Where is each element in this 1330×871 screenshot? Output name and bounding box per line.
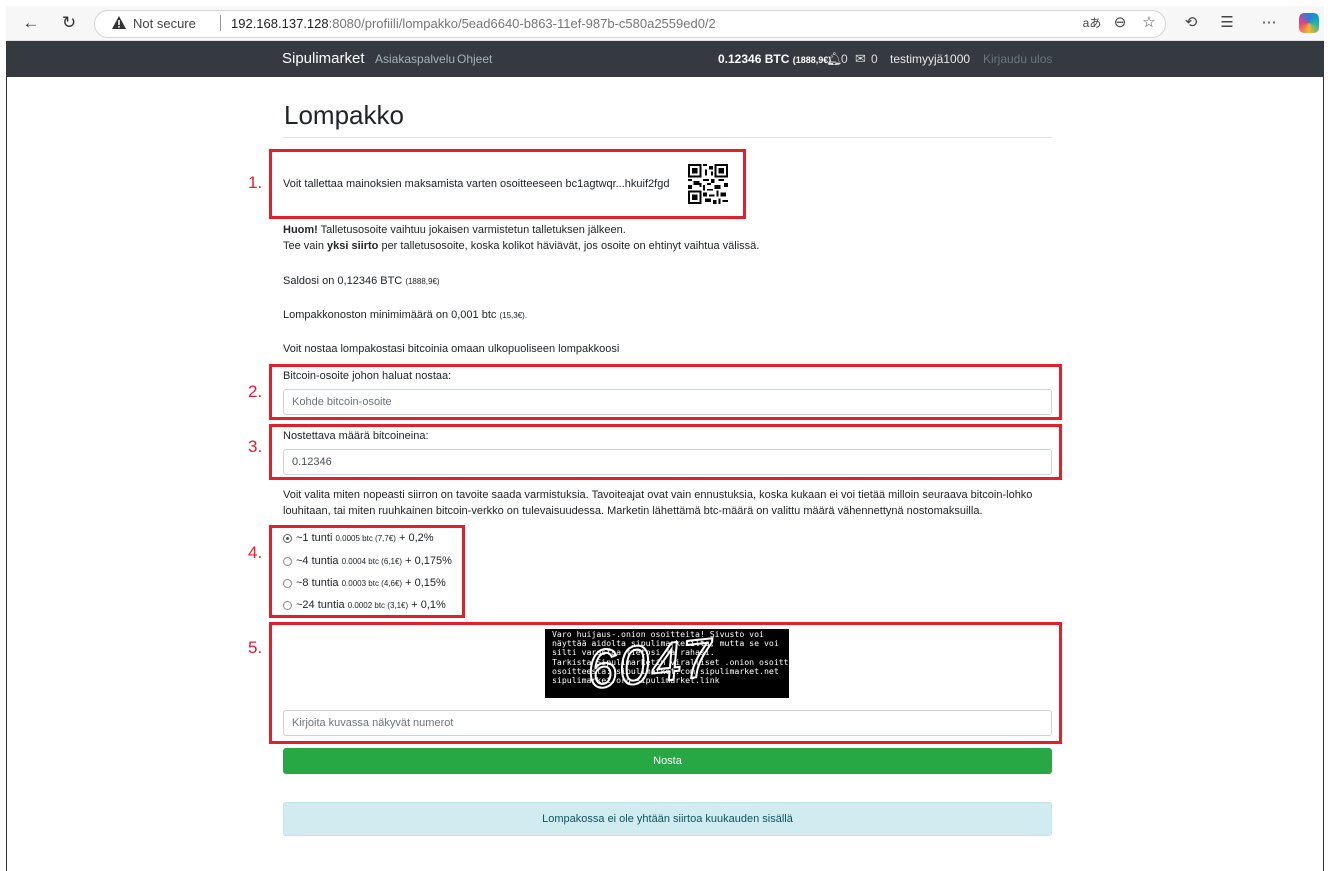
page-left-border — [6, 77, 7, 871]
captcha-code: 6047 — [583, 629, 719, 698]
qr-code-icon — [688, 164, 728, 204]
speed-option-label: ~1 tunti — [296, 532, 333, 544]
page-right-border — [1323, 77, 1324, 871]
url-text: 192.168.137.128:8080/profiili/lompakko/5… — [231, 16, 716, 31]
speed-option-pct: + 0,15% — [405, 577, 446, 589]
bitcoin-address-input[interactable] — [283, 389, 1052, 415]
address-bar[interactable]: Not secure 192.168.137.128:8080/profiili… — [94, 10, 1166, 38]
not-secure-label: Not secure — [133, 16, 196, 31]
nav-help[interactable]: Ohjeet — [457, 52, 492, 66]
speed-option-label: ~4 tuntia — [296, 555, 339, 567]
notice-bold-huom: Huom! — [283, 224, 318, 236]
address-label: Bitcoin-osoite johon haluat nostaa: — [283, 370, 452, 382]
notice-line-2-a: Tee vain — [283, 240, 328, 252]
more-menu-icon[interactable]: ⋯ — [1259, 13, 1279, 33]
speed-info-line-1: Voit valita miten nopeasti siirron on ta… — [283, 489, 1033, 501]
notice-bold-one-transfer: yksi siirto — [327, 240, 379, 252]
speed-option-pct: + 0,1% — [411, 599, 446, 611]
notifications-count: 0 — [841, 52, 848, 66]
speed-radio-24h[interactable] — [283, 601, 292, 610]
speed-option-fee: 0.0004 btc (6,1€) — [341, 557, 403, 566]
annotation-number-1: 1. — [248, 173, 263, 192]
annotation-number-3: 3. — [248, 437, 263, 456]
annotation-number-4: 4. — [248, 543, 263, 562]
site-navbar: Sipulimarket Asiakaspalvelu Ohjeet 0.123… — [6, 41, 1324, 77]
minimum-text: Lompakkonoston minimimäärä on 0,001 btc … — [283, 309, 527, 321]
balance-value: Saldosi on 0,12346 BTC — [283, 275, 403, 287]
envelope-icon[interactable]: ✉ — [855, 51, 866, 67]
notice-line-1: Huom! Talletusosoite vaihtuu jokaisen va… — [283, 224, 626, 236]
speed-option-pct: + 0,2% — [399, 532, 434, 544]
amount-label: Nostettava määrä bitcoineina: — [283, 430, 429, 442]
divider — [220, 15, 221, 31]
speed-option-8h[interactable]: ~8 tuntia 0.0003 btc (4,6€) + 0,15% — [296, 577, 446, 589]
speed-option-pct: + 0,175% — [405, 555, 452, 567]
amount-input[interactable] — [283, 449, 1052, 475]
speed-option-fee: 0.0005 btc (7,7€) — [335, 534, 396, 543]
speed-option-24h[interactable]: ~24 tuntia 0.0002 btc (3,1€) + 0,1% — [296, 599, 446, 611]
speed-option-1h[interactable]: ~1 tunti 0.0005 btc (7,7€) + 0,2% — [296, 532, 434, 544]
page-title: Lompakko — [284, 100, 404, 130]
balance-eur-small: (1888,9€) — [405, 277, 440, 286]
extensions-icon[interactable]: ⟲ — [1181, 13, 1201, 33]
favorites-list-icon[interactable]: ☰ — [1217, 13, 1237, 33]
logout-link[interactable]: Kirjaudu ulos — [983, 52, 1052, 66]
title-divider — [283, 137, 1052, 138]
speed-radio-8h[interactable] — [283, 579, 292, 588]
captcha-image: Varo huijaus-.onion osoitteita! Sivusto … — [545, 629, 789, 698]
url-path: :8080/profiili/lompakko/5ead6640-b863-11… — [328, 16, 716, 31]
warning-icon — [112, 16, 126, 29]
back-arrow-icon[interactable]: ← — [20, 13, 42, 33]
notice-line-2-b: per talletusosoite, koska kolikot häviäv… — [378, 240, 760, 252]
no-transactions-alert: Lompakossa ei ole yhtään siirtoa kuukaud… — [283, 802, 1052, 836]
read-aloud-icon[interactable]: aあ — [1082, 13, 1102, 33]
speed-option-fee: 0.0002 btc (3,1€) — [347, 601, 409, 610]
url-host: 192.168.137.128 — [231, 16, 329, 31]
nav-customer-service[interactable]: Asiakaspalvelu — [375, 52, 455, 66]
withdraw-intro: Voit nostaa lompakostasi bitcoinia omaan… — [283, 343, 620, 355]
speed-option-label: ~24 tuntia — [296, 599, 345, 611]
minimum-eur-small: (15,3€). — [499, 311, 528, 320]
browser-toolbar: ← ↻ Not secure 192.168.137.128:8080/prof… — [6, 6, 1324, 41]
brand-link[interactable]: Sipulimarket — [282, 50, 365, 67]
balance-badge[interactable]: 0.12346 BTC (1888,9€) — [718, 52, 831, 66]
copilot-icon[interactable] — [1299, 13, 1319, 33]
notice-line-1-text: Talletusosoite vaihtuu jokaisen varmiste… — [317, 224, 626, 236]
speed-option-label: ~8 tuntia — [296, 577, 339, 589]
balance-text: Saldosi on 0,12346 BTC (1888,9€) — [283, 275, 440, 287]
speed-radio-1h[interactable] — [283, 534, 292, 543]
speed-option-fee: 0.0003 btc (4,6€) — [341, 579, 403, 588]
zoom-icon[interactable]: ⊖ — [1110, 13, 1130, 33]
speed-info-line-2: louhitaan, tai miten ruuhkainen bitcoin-… — [283, 505, 983, 517]
captcha-input[interactable] — [283, 710, 1052, 736]
speed-radio-4h[interactable] — [283, 557, 292, 566]
balance-btc: 0.12346 BTC — [718, 52, 790, 66]
withdraw-button[interactable]: Nosta — [283, 748, 1052, 774]
messages-count: 0 — [871, 52, 878, 66]
speed-option-4h[interactable]: ~4 tuntia 0.0004 btc (6,1€) + 0,175% — [296, 555, 452, 567]
annotation-number-5: 5. — [248, 638, 263, 657]
deposit-address-text: Voit tallettaa mainoksien maksamista var… — [283, 178, 670, 190]
notice-line-2: Tee vain yksi siirto per talletusosoite,… — [283, 240, 759, 252]
minimum-value: Lompakkonoston minimimäärä on 0,001 btc — [283, 309, 497, 321]
favorite-star-icon[interactable]: ☆ — [1139, 13, 1159, 33]
reload-icon[interactable]: ↻ — [58, 13, 80, 33]
username-link[interactable]: testimyyjä1000 — [890, 52, 970, 66]
annotation-number-2: 2. — [248, 382, 263, 401]
